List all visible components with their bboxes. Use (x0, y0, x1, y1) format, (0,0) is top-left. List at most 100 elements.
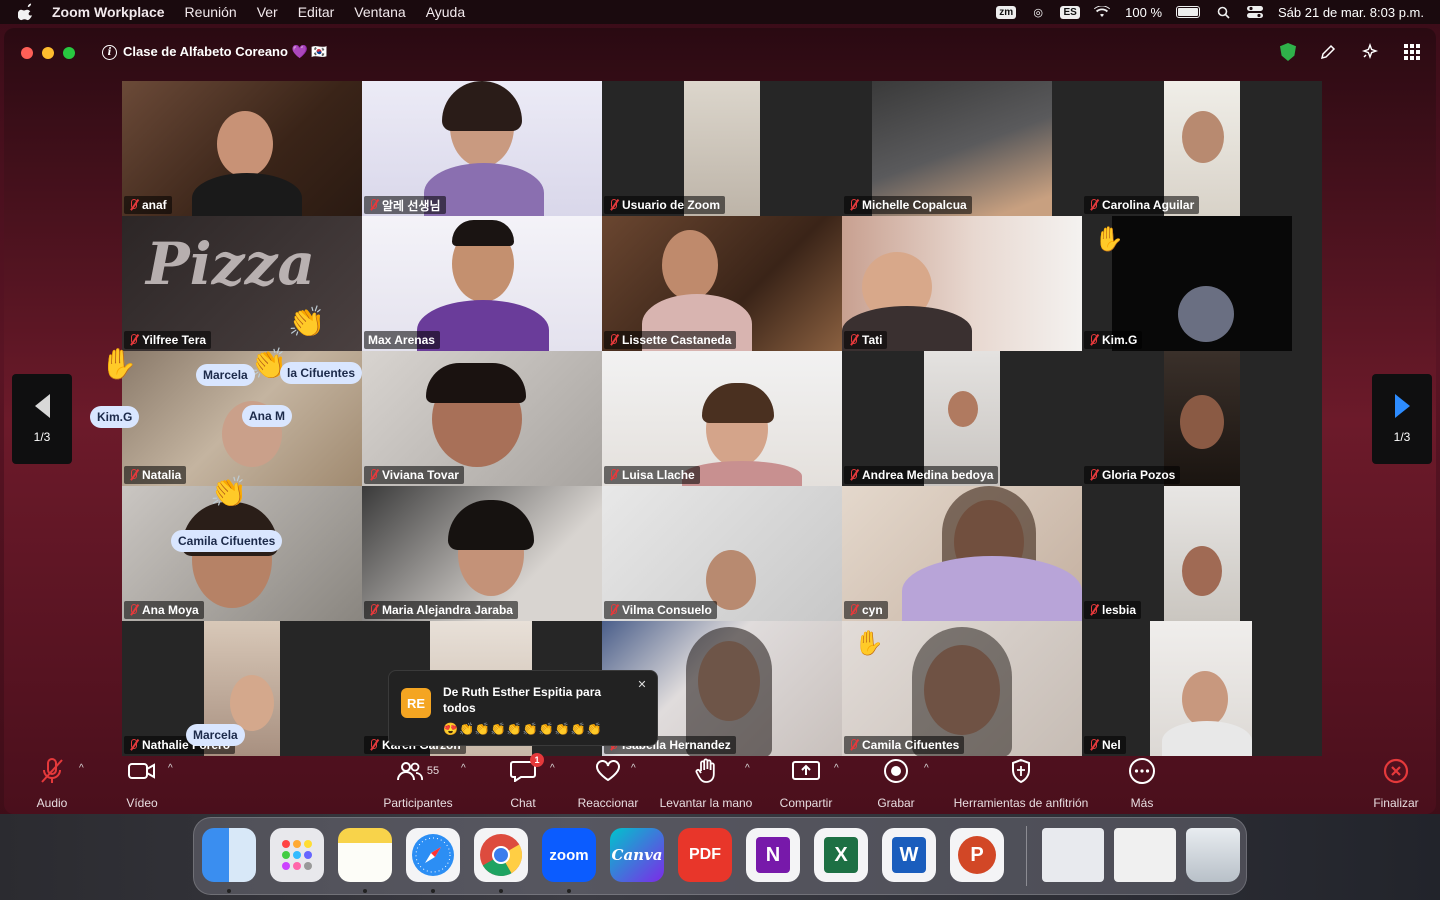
previous-page-button[interactable]: 1/3 (12, 374, 72, 464)
participant-name: Viviana Tovar (382, 468, 459, 482)
video-tile[interactable]: Nel (1082, 621, 1322, 756)
launchpad-dock-icon[interactable] (270, 828, 324, 882)
video-button[interactable]: Vídeo (120, 756, 164, 810)
muted-microphone-icon (41, 758, 63, 783)
input-source-icon[interactable]: ES (1060, 5, 1080, 19)
muted-mic-icon (1088, 469, 1098, 481)
minimize-window-button[interactable] (42, 47, 54, 59)
react-label: Reaccionar (577, 796, 639, 810)
video-tile[interactable]: anaf (122, 81, 362, 216)
recent-window-thumbnail[interactable] (1042, 828, 1104, 882)
raise-hand-button[interactable]: Levantar la mano (656, 756, 756, 810)
participant-name: 알레 선생님 (382, 198, 441, 213)
participant-name: Max Arenas (368, 333, 435, 347)
zoom-status-icon[interactable]: zm (996, 5, 1017, 19)
more-button[interactable]: Más (1122, 756, 1162, 810)
excel-dock-icon[interactable]: X (814, 828, 868, 882)
chat-sender: De Ruth Esther Espitia para todos (443, 685, 602, 715)
record-button[interactable]: Grabar (874, 756, 918, 810)
info-icon[interactable]: i (102, 44, 117, 60)
audio-button[interactable]: Audio (30, 756, 74, 810)
pdf-dock-icon[interactable]: PDF (678, 828, 732, 882)
menu-reunion[interactable]: Reunión (185, 4, 237, 20)
menu-ayuda[interactable]: Ayuda (426, 4, 465, 20)
finder-dock-icon[interactable] (202, 828, 256, 882)
clap-hands-icon: 👏 (288, 306, 326, 339)
zoom-dock-icon[interactable]: zoom (542, 828, 596, 882)
meeting-title: Clase de Alfabeto Coreano 💜 🇰🇷 (123, 44, 328, 59)
canva-dock-icon[interactable]: Canva (610, 828, 664, 882)
video-tile[interactable]: Viviana Tovar (362, 351, 602, 486)
meeting-info[interactable]: i Clase de Alfabeto Coreano 💜 🇰🇷 (102, 44, 328, 60)
wave-hand-icon: ✋ (854, 630, 884, 657)
video-options-chevron-icon[interactable]: ^ (168, 763, 173, 774)
participant-name: Natalia (142, 468, 182, 482)
annotate-pencil-icon[interactable] (1318, 42, 1338, 62)
participants-options-chevron-icon[interactable]: ^ (461, 763, 466, 774)
end-meeting-button[interactable]: Finalizar (1368, 756, 1424, 810)
video-tile[interactable]: Tati (842, 216, 1082, 351)
powerpoint-dock-icon[interactable]: P (950, 828, 1004, 882)
close-window-button[interactable] (21, 47, 33, 59)
wifi-icon[interactable] (1093, 5, 1111, 19)
raise-hand-options-chevron-icon[interactable]: ^ (745, 763, 750, 774)
video-tile[interactable]: Pizza Yilfree Tera (122, 216, 362, 351)
video-tile[interactable]: Gloria Pozos (1082, 351, 1322, 486)
muted-mic-icon (848, 739, 858, 751)
share-screen-button[interactable]: Compartir (776, 756, 836, 810)
chat-button[interactable]: 1 Chat (504, 753, 544, 810)
search-icon[interactable] (1214, 5, 1232, 19)
react-options-chevron-icon[interactable]: ^ (631, 763, 636, 774)
menu-app-name[interactable]: Zoom Workplace (52, 4, 165, 20)
onenote-dock-icon[interactable]: N (746, 828, 800, 882)
chrome-dock-icon[interactable] (474, 828, 528, 882)
participant-name: Yilfree Tera (142, 333, 207, 347)
menu-ventana[interactable]: Ventana (354, 4, 405, 20)
menu-ver[interactable]: Ver (257, 4, 278, 20)
word-dock-icon[interactable]: W (882, 828, 936, 882)
battery-icon[interactable] (1176, 6, 1201, 18)
record-icon (884, 759, 908, 783)
fullscreen-window-button[interactable] (63, 47, 75, 59)
control-center-icon[interactable] (1246, 5, 1264, 19)
clock[interactable]: Sáb 21 de mar. 8:03 p.m. (1278, 5, 1424, 20)
video-tile[interactable]: cyn (842, 486, 1082, 621)
close-icon[interactable]: ✕ (635, 677, 649, 691)
video-tile[interactable]: Vilma Consuelo (602, 486, 842, 621)
record-options-chevron-icon[interactable]: ^ (924, 763, 929, 774)
host-tools-button[interactable]: Herramientas de anfitrión (948, 756, 1094, 810)
participants-button[interactable]: 55 Participantes (380, 756, 456, 810)
menu-editar[interactable]: Editar (298, 4, 335, 20)
ai-companion-icon[interactable] (1360, 42, 1380, 62)
muted-mic-icon (1088, 604, 1098, 616)
view-grid-icon[interactable] (1402, 42, 1422, 62)
video-tile-active-speaker[interactable]: Max Arenas (362, 216, 602, 351)
share-options-chevron-icon[interactable]: ^ (834, 763, 839, 774)
safari-dock-icon[interactable] (406, 828, 460, 882)
encryption-shield-icon[interactable] (1280, 43, 1296, 61)
trash-dock-icon[interactable] (1186, 828, 1240, 882)
video-tile[interactable]: Andrea Medina bedoya (842, 351, 1082, 486)
participant-name: anaf (142, 198, 167, 212)
video-tile[interactable]: Michelle Copalcua (842, 81, 1082, 216)
more-label: Más (1130, 796, 1154, 810)
end-meeting-icon (1383, 758, 1409, 784)
video-tile[interactable]: lesbia (1082, 486, 1322, 621)
audio-options-chevron-icon[interactable]: ^ (79, 763, 84, 774)
video-tile[interactable]: Maria Alejandra Jaraba (362, 486, 602, 621)
video-tile[interactable]: Lissette Castaneda (602, 216, 842, 351)
video-tile[interactable]: 알레 선생님 (362, 81, 602, 216)
next-page-button[interactable]: 1/3 (1372, 374, 1432, 464)
airdrop-icon[interactable]: ◎ (1029, 5, 1047, 19)
participant-name: lesbia (1102, 603, 1137, 617)
video-tile[interactable]: Usuario de Zoom (602, 81, 842, 216)
video-tile[interactable]: Luisa Llache (602, 351, 842, 486)
apple-menu-icon[interactable] (18, 3, 36, 21)
chat-notification[interactable]: RE De Ruth Esther Espitia para todos 😍👏👏… (388, 670, 658, 746)
recent-window-thumbnail[interactable] (1114, 828, 1176, 882)
muted-mic-icon (608, 199, 618, 211)
sender-avatar: RE (401, 688, 431, 718)
notes-dock-icon[interactable] (338, 828, 392, 882)
chat-options-chevron-icon[interactable]: ^ (550, 763, 555, 774)
video-tile[interactable]: Carolina Aguilar (1082, 81, 1322, 216)
